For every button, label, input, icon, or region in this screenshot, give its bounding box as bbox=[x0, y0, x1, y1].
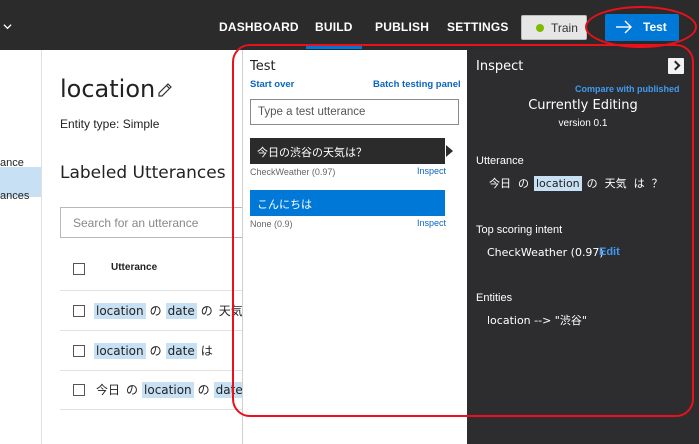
top-intent-value: CheckWeather (0.97) bbox=[487, 246, 604, 259]
edit-intent-link[interactable]: Edit bbox=[599, 246, 620, 258]
utterance-token: の bbox=[149, 344, 162, 358]
section-title: Labeled Utterances bbox=[60, 163, 226, 183]
divider bbox=[60, 370, 250, 371]
utterance-token: の bbox=[518, 177, 529, 190]
sidebar-item-label[interactable]: ance bbox=[0, 157, 24, 169]
train-button-label: Train bbox=[551, 21, 578, 35]
start-over-link[interactable]: Start over bbox=[250, 79, 294, 90]
test-message-selected[interactable]: 今日の渋谷の天気は？ bbox=[250, 138, 445, 164]
inspected-utterance: 今日の location の天気は？ bbox=[487, 174, 668, 194]
selected-pointer bbox=[446, 145, 453, 157]
nav-build[interactable]: BUILD bbox=[315, 20, 353, 34]
select-all-checkbox[interactable] bbox=[73, 263, 85, 275]
row-checkbox[interactable] bbox=[73, 345, 85, 357]
version-label: version 0.1 bbox=[558, 118, 608, 129]
annotation-circle bbox=[585, 6, 697, 48]
entities-heading: Entities bbox=[476, 292, 513, 304]
top-intent-heading: Top scoring intent bbox=[476, 224, 563, 236]
utterance-token: 天気 bbox=[604, 177, 627, 190]
table-row[interactable]: locationのdateの天気は bbox=[94, 301, 265, 321]
nav-publish[interactable]: PUBLISH bbox=[375, 20, 429, 34]
row-checkbox[interactable] bbox=[73, 305, 85, 317]
inspect-link[interactable]: Inspect bbox=[417, 218, 446, 228]
entity-token[interactable]: location bbox=[94, 303, 146, 319]
entity-value: location --> "渋谷" bbox=[487, 314, 587, 327]
entity-token[interactable]: location bbox=[94, 343, 146, 359]
message-intent: CheckWeather (0.97) bbox=[250, 167, 336, 177]
utterance-token: の bbox=[149, 304, 162, 318]
utterance-search-input[interactable]: Search for an utterance bbox=[60, 207, 260, 238]
nav-active-indicator bbox=[306, 46, 362, 49]
column-header-utterance: Utterance bbox=[111, 262, 158, 273]
divider bbox=[60, 290, 250, 291]
utterance-token: は bbox=[633, 177, 645, 190]
page-title: location bbox=[60, 75, 156, 103]
currently-editing-label: Currently Editing bbox=[528, 98, 638, 113]
message-text: こんにちは bbox=[257, 198, 312, 211]
message-intent: None (0.9) bbox=[250, 219, 293, 229]
compare-with-published-link[interactable]: Compare with published bbox=[575, 84, 680, 94]
inspect-link[interactable]: Inspect bbox=[417, 166, 446, 176]
utterance-token: 今日 bbox=[489, 177, 511, 190]
entity-token[interactable]: date bbox=[165, 303, 197, 319]
entity-token[interactable]: date bbox=[165, 343, 197, 359]
utterance-heading: Utterance bbox=[476, 155, 524, 167]
utterance-token: の bbox=[586, 177, 598, 190]
sidebar-item-label[interactable]: ances bbox=[0, 190, 29, 202]
divider bbox=[60, 409, 250, 410]
train-status-dot bbox=[536, 24, 544, 32]
pencil-icon[interactable] bbox=[156, 82, 174, 100]
utterance-token: の bbox=[197, 383, 210, 397]
left-sidebar: ance ances bbox=[0, 50, 42, 444]
nav-dashboard[interactable]: DASHBOARD bbox=[219, 20, 299, 34]
test-input-placeholder: Type a test utterance bbox=[258, 106, 366, 118]
utterance-token: 天気 bbox=[218, 304, 243, 318]
entity-type-text: Entity type: Simple bbox=[60, 117, 160, 131]
utterance-token: 今日 bbox=[96, 383, 121, 397]
utterance-token: ？ bbox=[651, 177, 663, 190]
divider bbox=[60, 330, 250, 331]
utterance-token: は bbox=[200, 344, 213, 358]
utterance-token: の bbox=[200, 304, 213, 318]
table-row[interactable]: 今日の location の date bbox=[94, 380, 247, 400]
test-utterance-input[interactable]: Type a test utterance bbox=[250, 99, 459, 125]
table-row[interactable]: location の date は bbox=[94, 341, 217, 361]
message-text: 今日の渋谷の天気は？ bbox=[257, 146, 367, 159]
test-message[interactable]: こんにちは bbox=[250, 190, 445, 216]
entity-token[interactable]: location bbox=[534, 176, 582, 191]
collapse-panel-icon[interactable] bbox=[668, 58, 684, 74]
search-placeholder: Search for an utterance bbox=[73, 216, 199, 230]
inspect-panel-title: Inspect bbox=[476, 59, 524, 74]
test-panel-title: Test bbox=[250, 59, 276, 74]
nav-settings[interactable]: SETTINGS bbox=[447, 20, 509, 34]
utterance-token: の bbox=[126, 383, 139, 397]
row-checkbox[interactable] bbox=[73, 384, 85, 396]
train-button[interactable]: Train bbox=[521, 15, 587, 40]
entity-token[interactable]: date bbox=[213, 382, 245, 398]
entity-token[interactable]: location bbox=[142, 382, 194, 398]
chevron-down-icon[interactable] bbox=[3, 22, 12, 31]
batch-testing-link[interactable]: Batch testing panel bbox=[373, 79, 461, 90]
